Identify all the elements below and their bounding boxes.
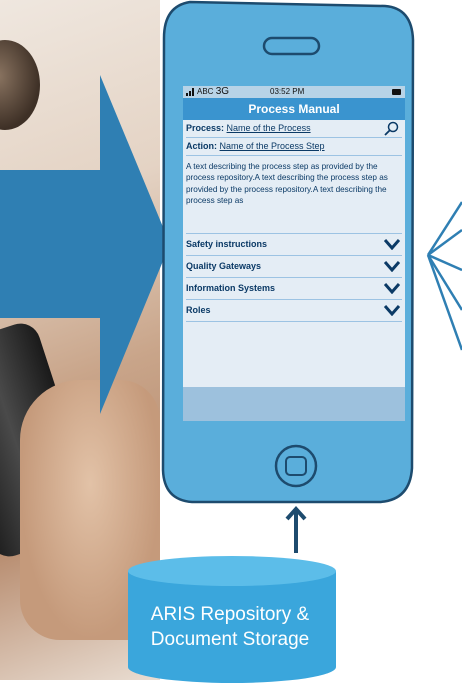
process-row[interactable]: Process: Name of the Process [186, 120, 402, 138]
chevron-down-icon[interactable] [384, 283, 400, 294]
section-safety-instructions[interactable]: Safety instructions [186, 234, 402, 256]
big-right-arrow [0, 75, 170, 414]
chevron-down-icon[interactable] [384, 239, 400, 250]
connection-rays [426, 201, 462, 351]
repository-label: ARIS Repository & Document Storage [126, 602, 334, 652]
section-label: Roles [186, 305, 211, 315]
screen-footer-band [183, 387, 405, 421]
chevron-down-icon[interactable] [384, 261, 400, 272]
section-quality-gateways[interactable]: Quality Gateways [186, 256, 402, 278]
process-label: Process: [186, 123, 225, 133]
section-label: Information Systems [186, 283, 276, 293]
phone-screen: ABC 3G 03:52 PM Process Manual Process: … [183, 86, 405, 421]
section-label: Safety instructions [186, 239, 268, 249]
repository-label-line1: ARIS Repository & [150, 604, 310, 625]
action-link[interactable]: Name of the Process Step [220, 141, 325, 151]
section-information-systems[interactable]: Information Systems [186, 278, 402, 300]
section-label: Quality Gateways [186, 261, 262, 271]
up-arrow-icon [285, 506, 307, 553]
action-label: Action: [186, 141, 217, 151]
network-label: 3G [215, 86, 230, 97]
signal-bars-icon [186, 88, 194, 96]
battery-icon [392, 89, 401, 95]
app-title: Process Manual [183, 98, 405, 120]
section-roles[interactable]: Roles [186, 300, 402, 322]
repository-label-line2: Document Storage [150, 629, 310, 650]
carrier-label: ABC [197, 87, 214, 96]
status-time: 03:52 PM [270, 87, 305, 96]
process-link[interactable]: Name of the Process [227, 123, 311, 133]
chevron-down-icon[interactable] [384, 305, 400, 316]
carrier-network: ABC 3G [197, 86, 229, 98]
step-description: A text describing the process step as pr… [186, 156, 402, 234]
status-bar: ABC 3G 03:52 PM [183, 86, 405, 98]
action-row[interactable]: Action: Name of the Process Step [186, 138, 402, 156]
magnifier-icon[interactable] [384, 121, 400, 136]
screen-content: Process: Name of the Process Action: Nam… [183, 120, 405, 421]
